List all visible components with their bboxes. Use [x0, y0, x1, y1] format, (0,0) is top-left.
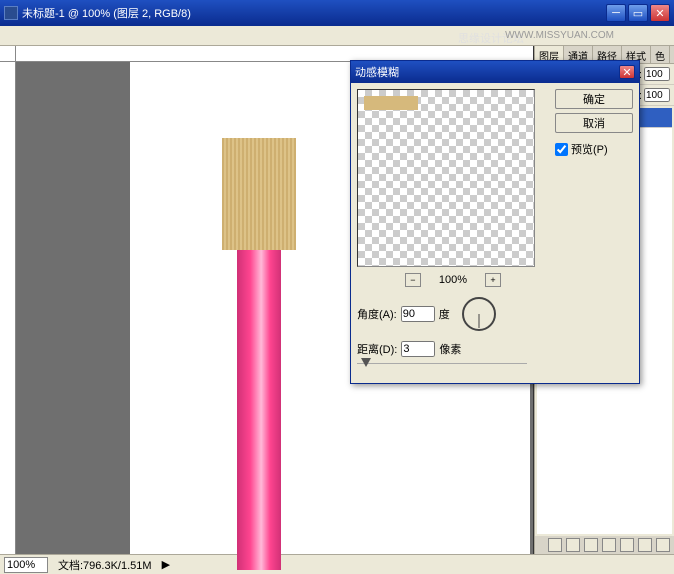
zoom-in-button[interactable]: +: [485, 273, 501, 287]
preview-content: [364, 96, 418, 110]
ok-button[interactable]: 确定: [555, 89, 633, 109]
opacity-input[interactable]: [644, 67, 670, 81]
dialog-title-text: 动感模糊: [355, 64, 399, 80]
options-bar: 思缘设计论坛 WWW.MISSYUAN.COM: [0, 26, 674, 46]
fill-input[interactable]: [644, 88, 670, 102]
distance-unit: 像素: [439, 341, 461, 357]
close-button[interactable]: ✕: [650, 4, 670, 22]
brand-url: WWW.MISSYUAN.COM: [505, 30, 614, 41]
mask-icon[interactable]: [584, 538, 598, 552]
status-bar: 100% 文档:796.3K/1.51M ▶: [0, 554, 674, 574]
preview-checkbox[interactable]: [555, 143, 568, 156]
trash-icon[interactable]: [656, 538, 670, 552]
distance-label: 距离(D):: [357, 341, 397, 357]
motion-blur-dialog: 动感模糊 ✕ − 100% + 角度(A): 度 距离(D): 像素: [350, 60, 640, 384]
preview-zoom-label: 100%: [439, 274, 467, 286]
app-icon: [4, 6, 18, 20]
zoom-readout[interactable]: 100%: [4, 557, 48, 573]
preview-checkbox-row[interactable]: 预览(P): [555, 141, 633, 157]
preview-checkbox-label: 预览(P): [571, 141, 608, 157]
fx-icon[interactable]: [566, 538, 580, 552]
brush-head-shape: [222, 138, 296, 250]
document-title: 未标题-1 @ 100% (图层 2, RGB/8): [22, 5, 191, 21]
watermark-text: by:古欲香萧 群：155189433: [282, 500, 503, 524]
distance-slider[interactable]: [357, 363, 527, 377]
cancel-button[interactable]: 取消: [555, 113, 633, 133]
adjustment-icon[interactable]: [602, 538, 616, 552]
layer-panel-footer: [535, 536, 674, 554]
slider-thumb[interactable]: [361, 358, 371, 367]
status-arrow-icon[interactable]: ▶: [162, 558, 170, 571]
tab-color[interactable]: 色: [651, 46, 670, 63]
ruler-corner: [0, 46, 16, 62]
new-layer-icon[interactable]: [638, 538, 652, 552]
angle-input[interactable]: [401, 306, 435, 322]
angle-dial[interactable]: [462, 297, 496, 331]
angle-label: 角度(A):: [357, 306, 397, 322]
minimize-button[interactable]: ─: [606, 4, 626, 22]
link-icon[interactable]: [548, 538, 562, 552]
distance-input[interactable]: [401, 341, 435, 357]
brush-handle-shape: [237, 250, 281, 570]
filter-preview[interactable]: [357, 89, 535, 267]
maximize-button[interactable]: ▭: [628, 4, 648, 22]
zoom-out-button[interactable]: −: [405, 273, 421, 287]
app-titlebar: 未标题-1 @ 100% (图层 2, RGB/8) ─ ▭ ✕: [0, 0, 674, 26]
doc-size-readout: 文档:796.3K/1.51M: [58, 557, 152, 573]
angle-unit: 度: [439, 306, 450, 322]
ruler-vertical[interactable]: [0, 62, 16, 554]
folder-icon[interactable]: [620, 538, 634, 552]
dialog-close-button[interactable]: ✕: [619, 65, 635, 79]
